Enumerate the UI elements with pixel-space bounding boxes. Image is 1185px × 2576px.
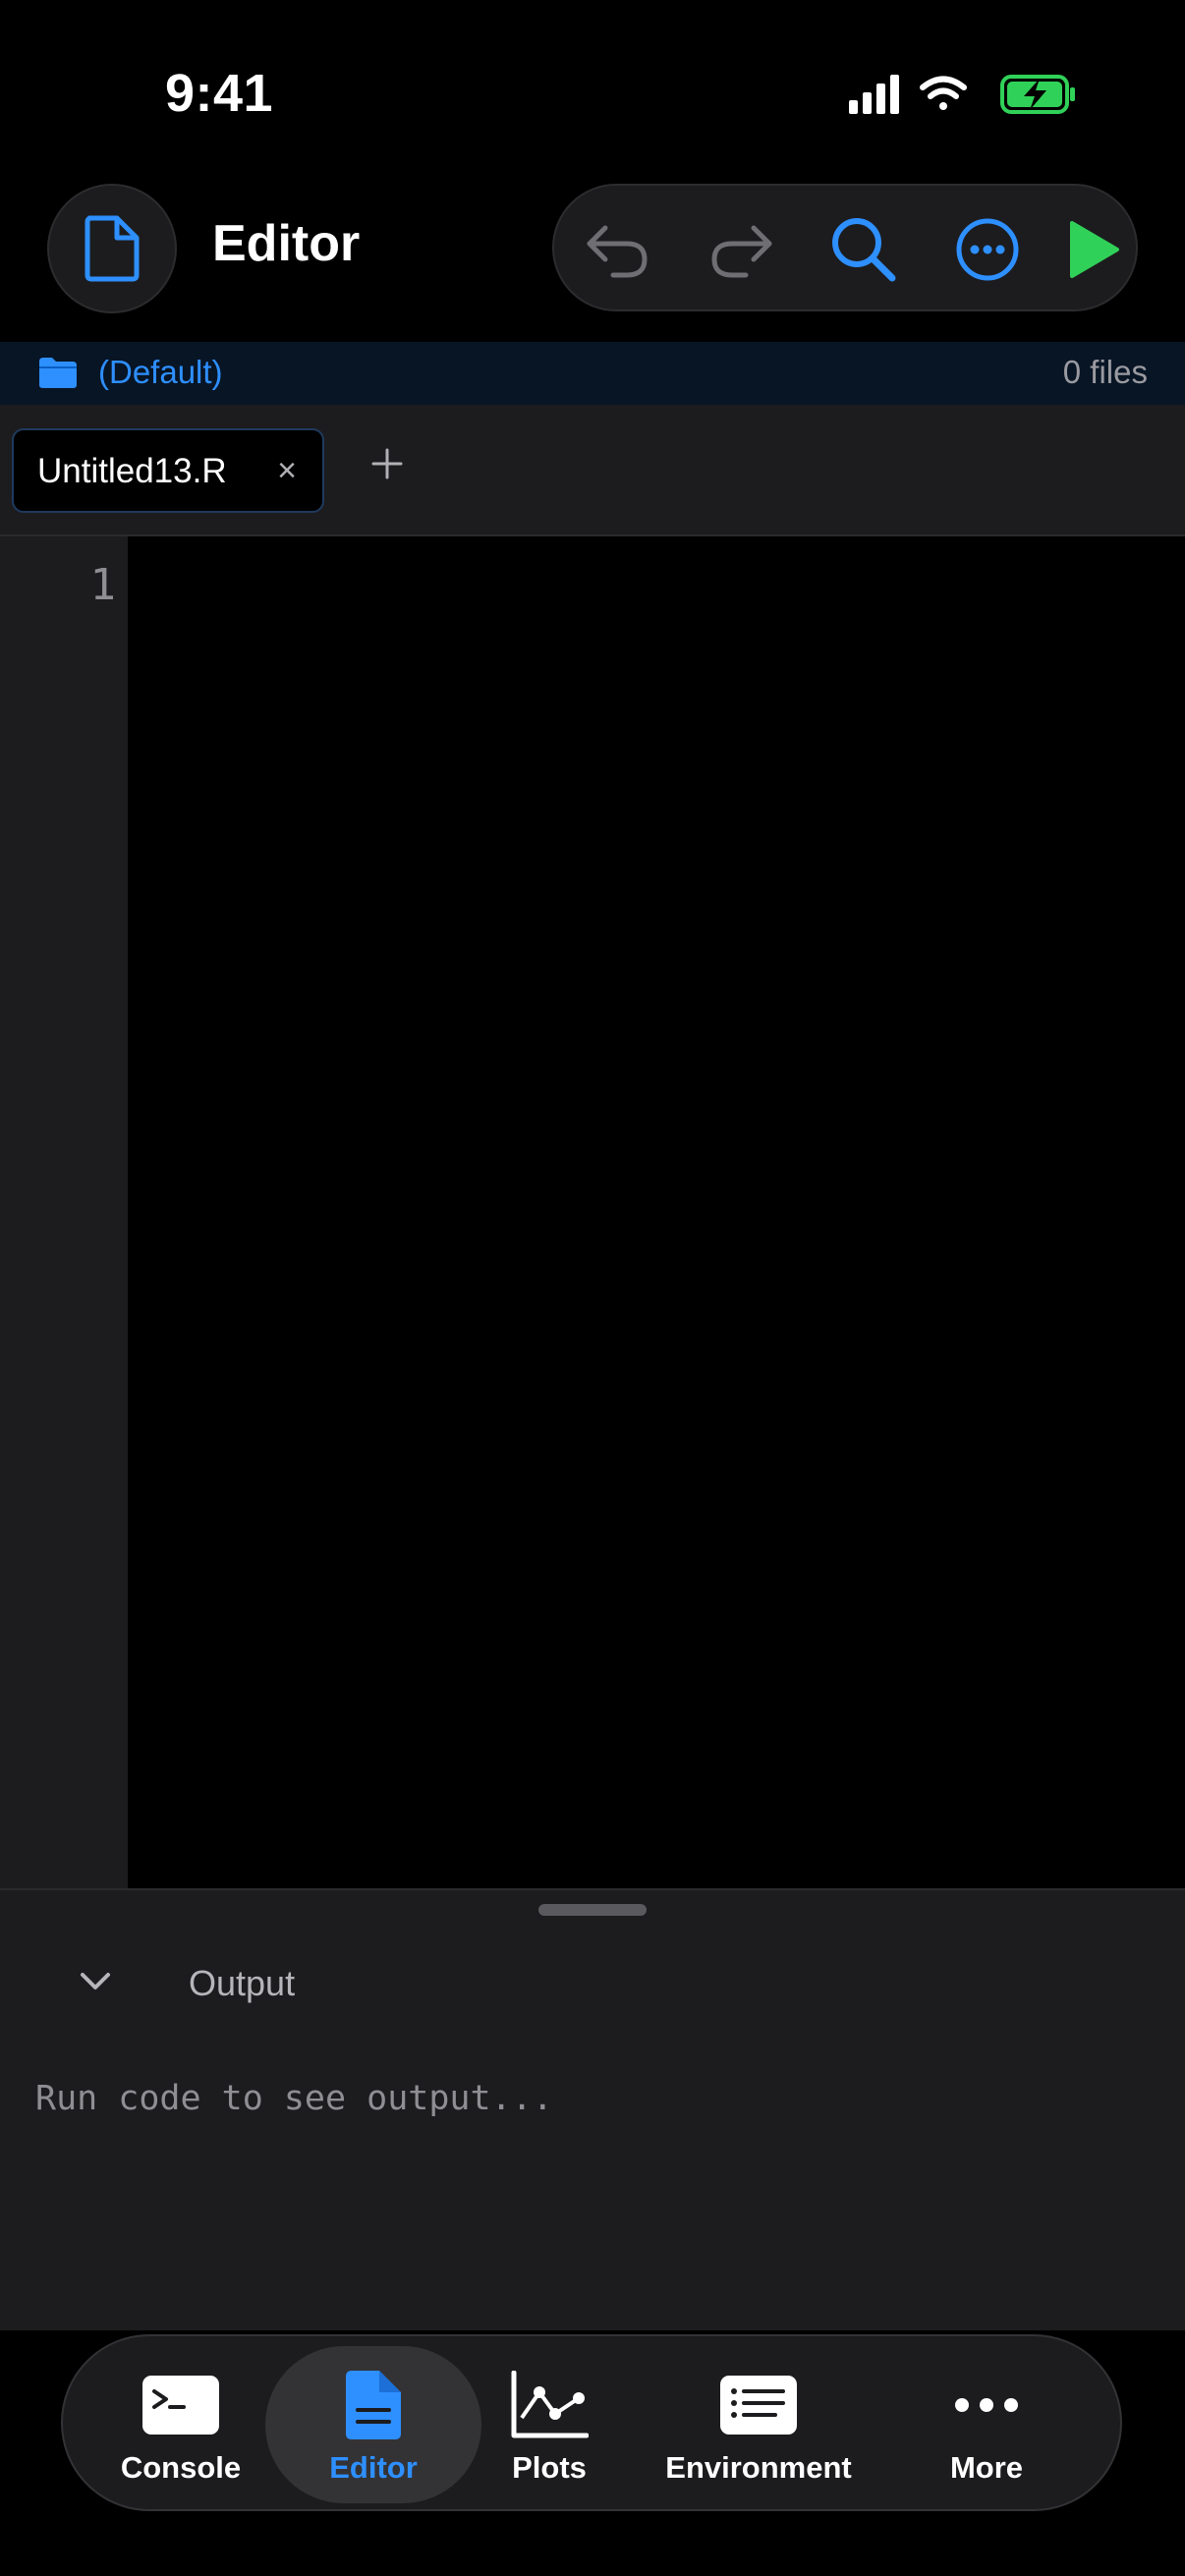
resize-handle[interactable] [538, 1904, 647, 1916]
close-tab-icon[interactable]: × [277, 452, 297, 490]
undo-icon [587, 225, 648, 278]
undo-button[interactable] [564, 186, 672, 313]
status-bar: 9:41 [0, 0, 1185, 177]
tab-editor-label: Editor [329, 2450, 418, 2485]
tab-environment[interactable]: Environment [658, 2336, 859, 2513]
wifi-icon [920, 76, 967, 110]
chevron-down-icon[interactable] [79, 1971, 112, 1992]
tab-more-label: More [949, 2450, 1024, 2485]
tab-environment-label: Environment [665, 2450, 852, 2485]
page-title: Editor [212, 215, 361, 272]
redo-icon [711, 225, 772, 278]
list-icon [720, 2376, 797, 2435]
play-icon [1070, 221, 1119, 278]
battery-charging-icon [1000, 75, 1075, 114]
tab-console-label: Console [120, 2450, 242, 2485]
run-button[interactable] [1040, 186, 1148, 313]
line-number-gutter: 1 [0, 536, 128, 1888]
output-placeholder: Run code to see output... [35, 2079, 553, 2118]
search-icon [832, 218, 896, 282]
ellipsis-circle-icon [956, 218, 1019, 281]
tab-untitled13[interactable]: Untitled13.R × [12, 428, 324, 513]
status-time: 9:41 [165, 64, 274, 123]
document-fill-icon [346, 2371, 401, 2439]
tab-plots-label: Plots [512, 2450, 587, 2485]
app-root: 9:41 Editor (Default) 0 files Untitled13… [0, 0, 1185, 2576]
terminal-icon [142, 2376, 219, 2435]
status-icons [847, 71, 1083, 120]
editor-actions [552, 184, 1138, 311]
project-bar[interactable]: (Default) 0 files [0, 342, 1185, 405]
bottom-tab-bar: Console Editor Plots Environment More [61, 2334, 1122, 2511]
add-tab-button[interactable] [366, 442, 409, 485]
output-panel: Output Run code to see output... [0, 1888, 1185, 2330]
tab-editor[interactable]: Editor [275, 2336, 472, 2513]
more-options-button[interactable] [933, 186, 1042, 313]
ellipsis-icon [955, 2398, 1018, 2412]
line-chart-icon [511, 2371, 589, 2438]
document-menu-button[interactable] [47, 184, 177, 313]
tab-plots[interactable]: Plots [476, 2336, 623, 2513]
plus-icon [371, 448, 403, 479]
code-editor[interactable] [128, 536, 1185, 1888]
tab-more[interactable]: More [908, 2336, 1065, 2513]
file-tabs-bar: Untitled13.R × [0, 405, 1185, 536]
folder-icon [39, 358, 77, 388]
output-label: Output [189, 1963, 296, 2003]
redo-button[interactable] [687, 186, 795, 313]
cellular-signal-icon [849, 75, 899, 114]
document-icon [85, 215, 140, 282]
project-name: (Default) [98, 354, 223, 390]
tab-label: Untitled13.R [37, 452, 227, 490]
file-count: 0 files [1062, 354, 1148, 390]
search-button[interactable] [810, 186, 918, 313]
tab-console[interactable]: Console [92, 2336, 269, 2513]
line-number: 1 [89, 560, 117, 610]
